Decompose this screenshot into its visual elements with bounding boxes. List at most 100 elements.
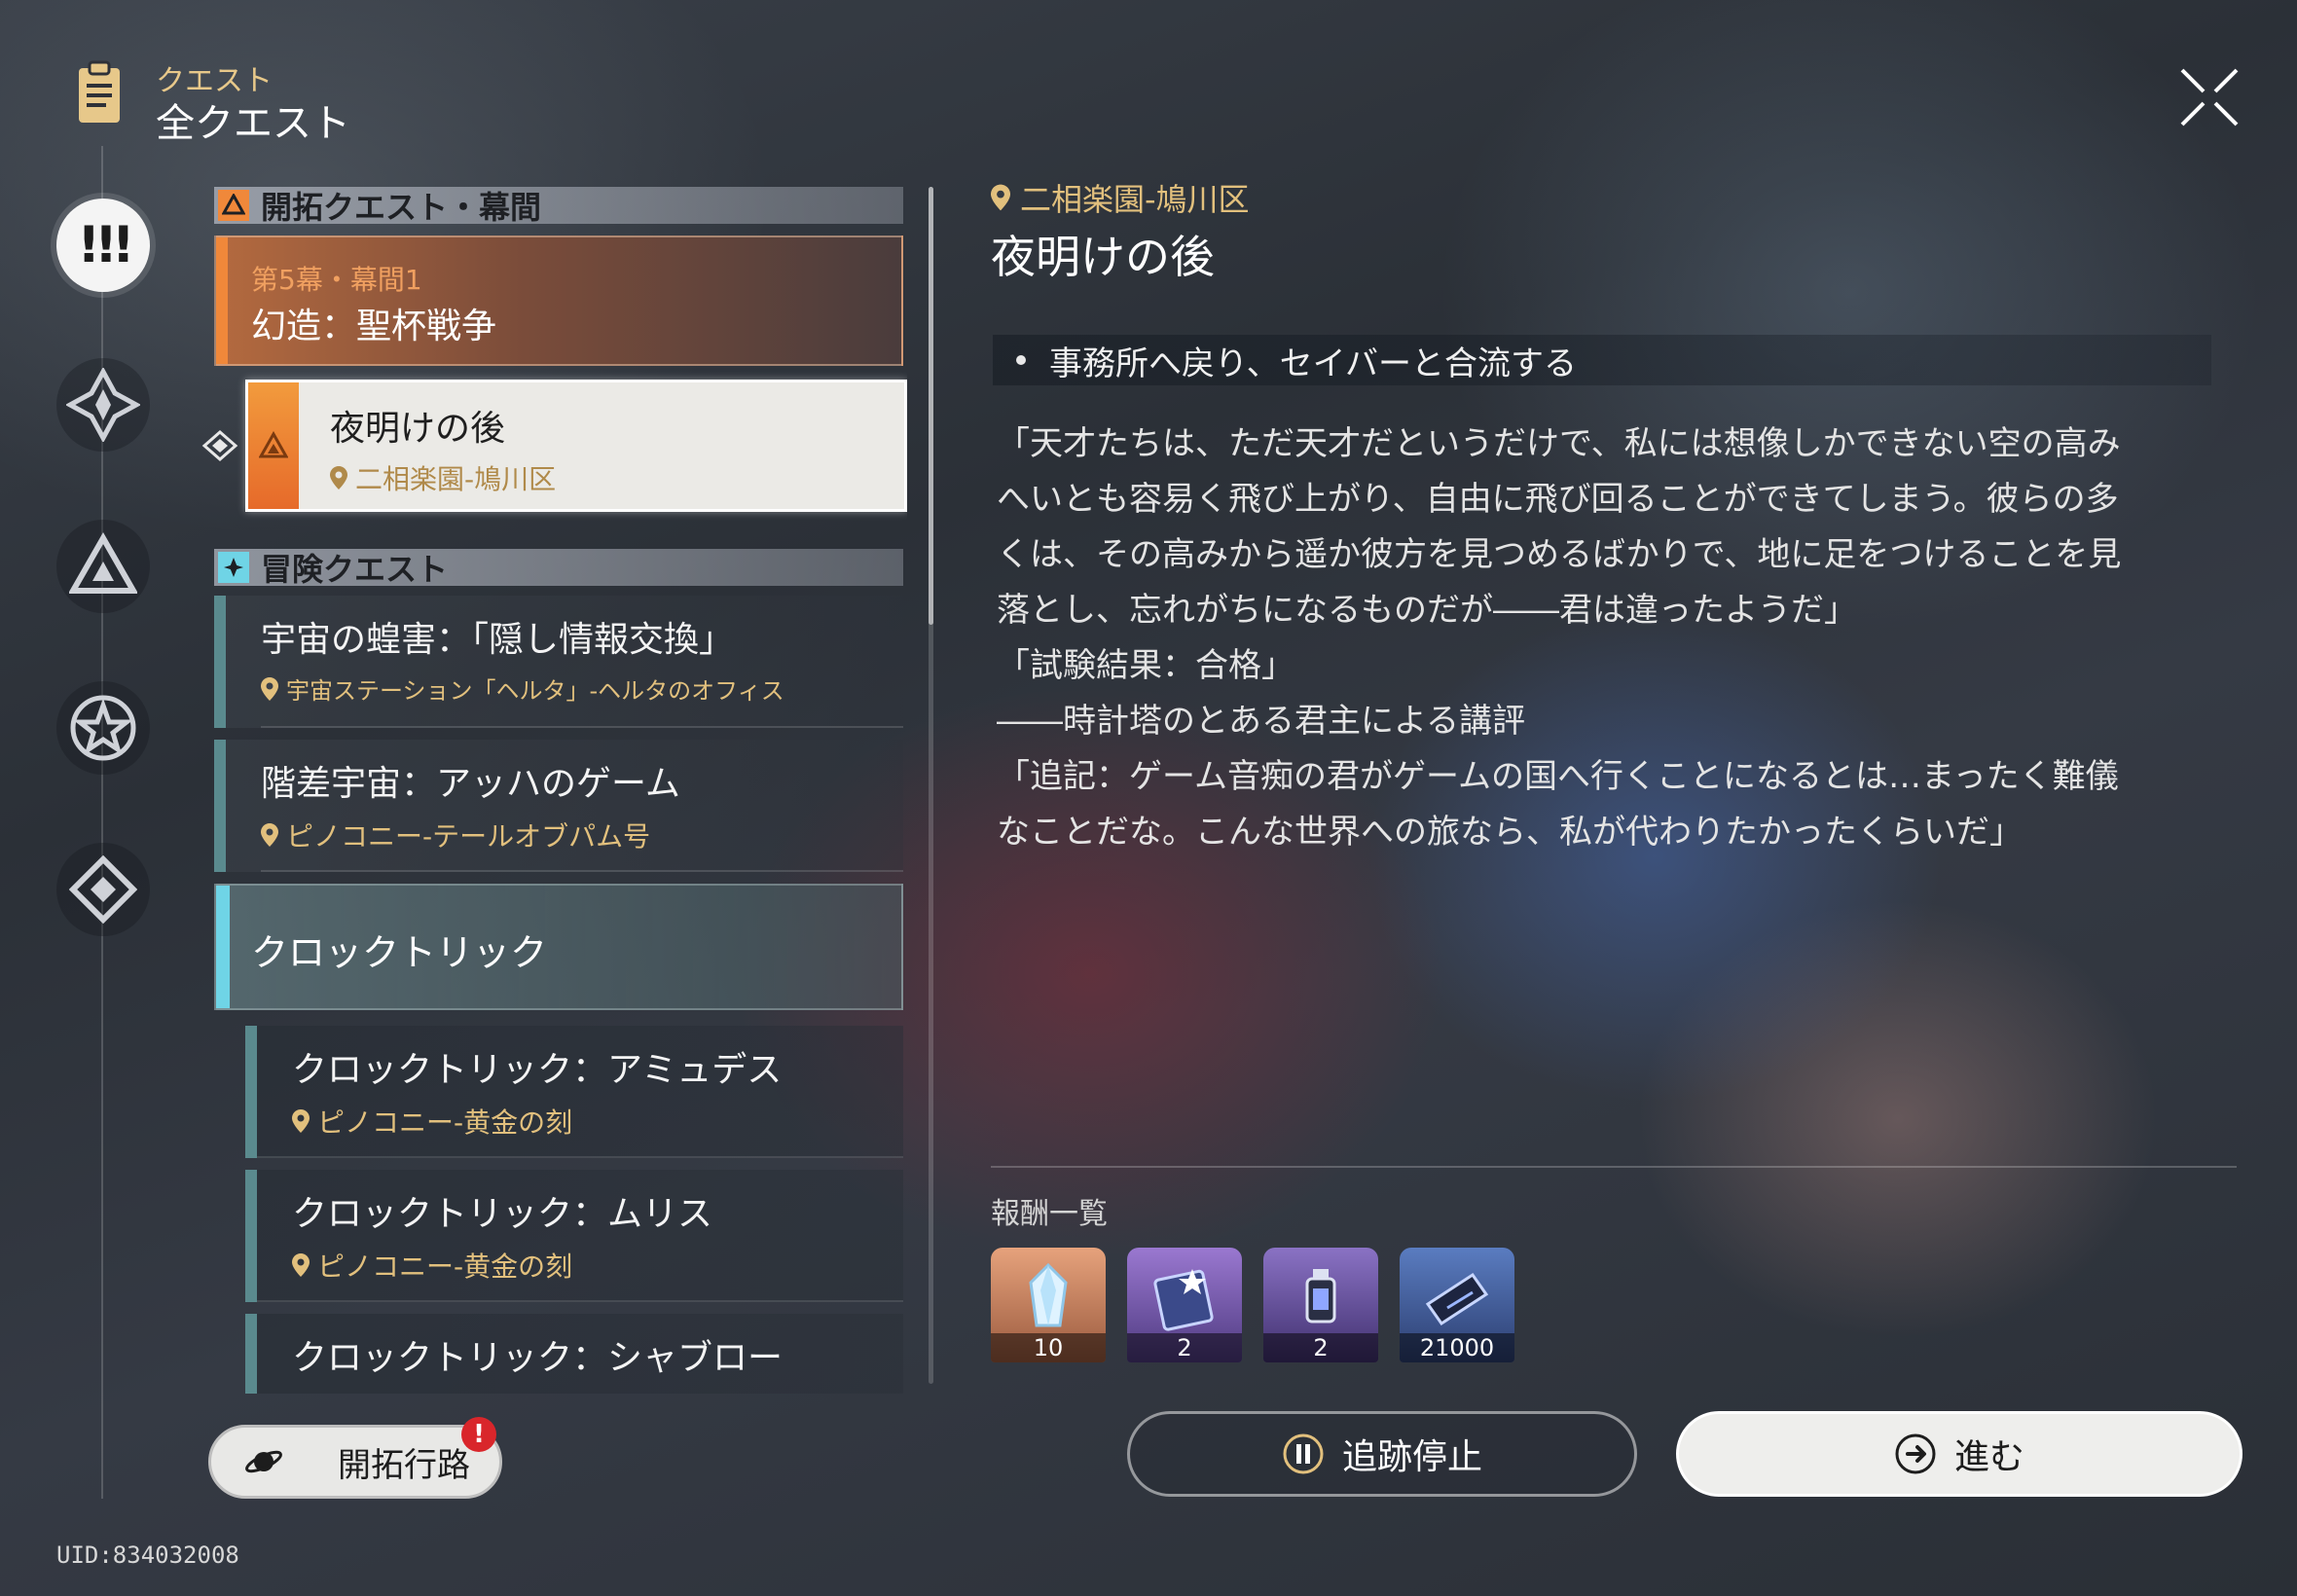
reward-item[interactable]: 10 — [991, 1248, 1106, 1362]
location-pin-icon — [292, 1253, 310, 1277]
quest-group-clocktrick[interactable]: クロックトリック — [214, 884, 903, 1010]
group-title: クロックトリック — [251, 931, 548, 974]
credit-icon — [1425, 1272, 1489, 1326]
reward-item[interactable]: 2 — [1127, 1248, 1242, 1362]
reward-count: 2 — [1263, 1333, 1378, 1362]
star-icon — [70, 695, 136, 761]
quest-item-title: 宇宙の蝗害：「隠し情報交換」 — [261, 620, 735, 660]
selected-quest-location: 二相楽園-鳩川区 — [330, 458, 556, 497]
divider — [991, 1166, 2237, 1168]
quest-title: 夜明けの後 — [991, 231, 1215, 283]
tab-adventure[interactable] — [56, 681, 150, 775]
tab-trailblaze[interactable] — [56, 358, 150, 452]
description-line: 「試験結果：合格」 — [997, 646, 1294, 685]
exclamation-icon: !!! — [77, 216, 134, 274]
crystal-icon — [1029, 1262, 1068, 1327]
close-icon[interactable] — [2176, 64, 2242, 130]
location-text: ピノコニー-黄金の刻 — [317, 1106, 573, 1139]
planet-icon — [245, 1450, 282, 1473]
location-text: ピノコニー-黄金の刻 — [317, 1251, 573, 1283]
selection-marker-icon — [201, 430, 238, 461]
detail-location: 二相楽園-鳩川区 — [991, 175, 1250, 220]
quest-item-bar — [214, 596, 226, 728]
pause-icon — [1283, 1433, 1324, 1474]
quest-objective: 事務所へ戻り、セイバーと合流する — [993, 335, 2211, 385]
exp-book-icon — [1153, 1269, 1214, 1331]
divider — [261, 870, 903, 872]
sub-quest-bar — [245, 1314, 257, 1394]
quest-description: 「天才たちは、ただ天才だというだけで、私には想像しかできない空の高み へいとも容… — [997, 417, 2204, 860]
sub-quest-title: クロックトリック：シャブロー — [292, 1338, 784, 1378]
tab-daily[interactable] — [56, 843, 150, 936]
sub-quest-item[interactable]: クロックトリック：シャブロー — [245, 1314, 903, 1394]
section-label: 開拓クエスト・幕間 — [261, 189, 542, 226]
section-trailblaze: 開拓クエスト・幕間 — [214, 187, 903, 226]
trailblaze-emblem-icon — [259, 431, 288, 458]
location-text: 二相楽園-鳩川区 — [355, 463, 557, 495]
reward-count: 21000 — [1400, 1333, 1514, 1362]
bullet-icon — [1016, 355, 1026, 365]
uid-text: UID:834032008 — [56, 1542, 239, 1569]
selected-quest-title: 夜明けの後 — [330, 409, 506, 449]
alert-badge: ! — [461, 1417, 496, 1452]
reward-item[interactable]: 21000 — [1400, 1248, 1514, 1362]
location-text: 二相楽園-鳩川区 — [1020, 181, 1250, 218]
objective-text: 事務所へ戻り、セイバーと合流する — [1049, 344, 1577, 383]
page-title: 全クエスト — [156, 101, 350, 146]
proceed-label: 進む — [1953, 1437, 2024, 1477]
location-text: ピノコニー-テールオブパム号 — [286, 820, 651, 852]
description-line: 「追記：ゲーム音痴の君がゲームの国へ行くことになるとは…まったく難儀 — [997, 757, 2119, 796]
description-line: 落とし、忘れがちになるものだが――君は違ったようだ」 — [997, 591, 1857, 630]
location-pin-icon — [330, 466, 347, 490]
quest-item[interactable]: 階差宇宙：アッハのゲーム ピノコニー-テールオブパム号 — [214, 740, 903, 872]
quest-item[interactable]: 宇宙の蝗害：「隠し情報交換」 宇宙ステーション「ヘルタ」-ヘルタのオフィス — [214, 596, 903, 728]
location-pin-icon — [261, 823, 278, 847]
diamond-icon — [69, 855, 137, 924]
rail-line — [101, 146, 103, 1499]
divider — [257, 1300, 903, 1302]
location-pin-icon — [261, 676, 278, 701]
reward-item[interactable]: 2 — [1263, 1248, 1378, 1362]
chapter-card[interactable]: 第5幕・幕間1 幻造：聖杯戦争 — [214, 236, 903, 366]
triangle-icon — [69, 532, 137, 594]
navigate-icon — [1895, 1433, 1936, 1474]
description-line: くは、その高みから遥か彼方を見つめるばかりで、地に足をつけることを見 — [997, 535, 2122, 574]
divider — [261, 726, 903, 728]
tab-companion[interactable] — [56, 520, 150, 613]
quest-list[interactable]: 開拓クエスト・幕間 第5幕・幕間1 幻造：聖杯戦争 夜明けの後 二相楽園-鳩川区… — [214, 187, 907, 1394]
sub-quest-title: クロックトリック：ムリス — [292, 1194, 713, 1234]
diamond-star-icon — [66, 368, 140, 442]
adventure-badge-icon — [218, 552, 249, 583]
stop-tracking-label: 追跡停止 — [1341, 1437, 1482, 1477]
description-line: ――時計塔のとある君主による講評 — [997, 702, 1525, 741]
tab-all-quests[interactable]: !!! — [56, 199, 150, 292]
sub-quest-location: ピノコニー-黄金の刻 — [292, 1102, 572, 1141]
location-pin-icon — [991, 184, 1010, 211]
reward-count: 2 — [1127, 1333, 1242, 1362]
trailblaze-pathway-button[interactable]: 開拓行路 — [208, 1425, 502, 1499]
sub-quest-bar — [245, 1026, 257, 1158]
section-adventure: 冒険クエスト — [214, 549, 903, 588]
selected-stripe — [248, 382, 299, 509]
quest-item-location: 宇宙ステーション「ヘルタ」-ヘルタのオフィス — [261, 671, 784, 706]
pathway-label: 開拓行路 — [338, 1445, 470, 1485]
selected-quest[interactable]: 夜明けの後 二相楽園-鳩川区 — [245, 380, 907, 512]
trailblaze-badge-icon — [218, 190, 249, 221]
description-line: 「天才たちは、ただ天才だというだけで、私には想像しかできない空の高み — [997, 424, 2121, 463]
location-pin-icon — [292, 1109, 310, 1133]
location-text: 宇宙ステーション「ヘルタ」-ヘルタのオフィス — [286, 677, 784, 705]
group-bar — [216, 886, 230, 1008]
sub-quest-bar — [245, 1170, 257, 1302]
list-scroll-thumb[interactable] — [929, 187, 933, 625]
chapter-title: 幻造：聖杯戦争 — [251, 307, 497, 346]
sub-quest-item[interactable]: クロックトリック：ムリス ピノコニー-黄金の刻 — [245, 1170, 903, 1302]
sub-quest-item[interactable]: クロックトリック：アミュデス ピノコニー-黄金の刻 — [245, 1026, 903, 1158]
divider — [257, 1156, 903, 1158]
description-line: なことだな。こんな世界への旅なら、私が代わりたかったくらいだ」 — [997, 813, 2023, 852]
proceed-button[interactable]: 進む — [1676, 1411, 2242, 1497]
stop-tracking-button[interactable]: 追跡停止 — [1127, 1411, 1637, 1497]
rewards-label: 報酬一覧 — [991, 1197, 1108, 1231]
lantern-icon — [1305, 1269, 1336, 1324]
chapter-accent — [216, 237, 228, 364]
section-label: 冒険クエスト — [261, 551, 449, 588]
